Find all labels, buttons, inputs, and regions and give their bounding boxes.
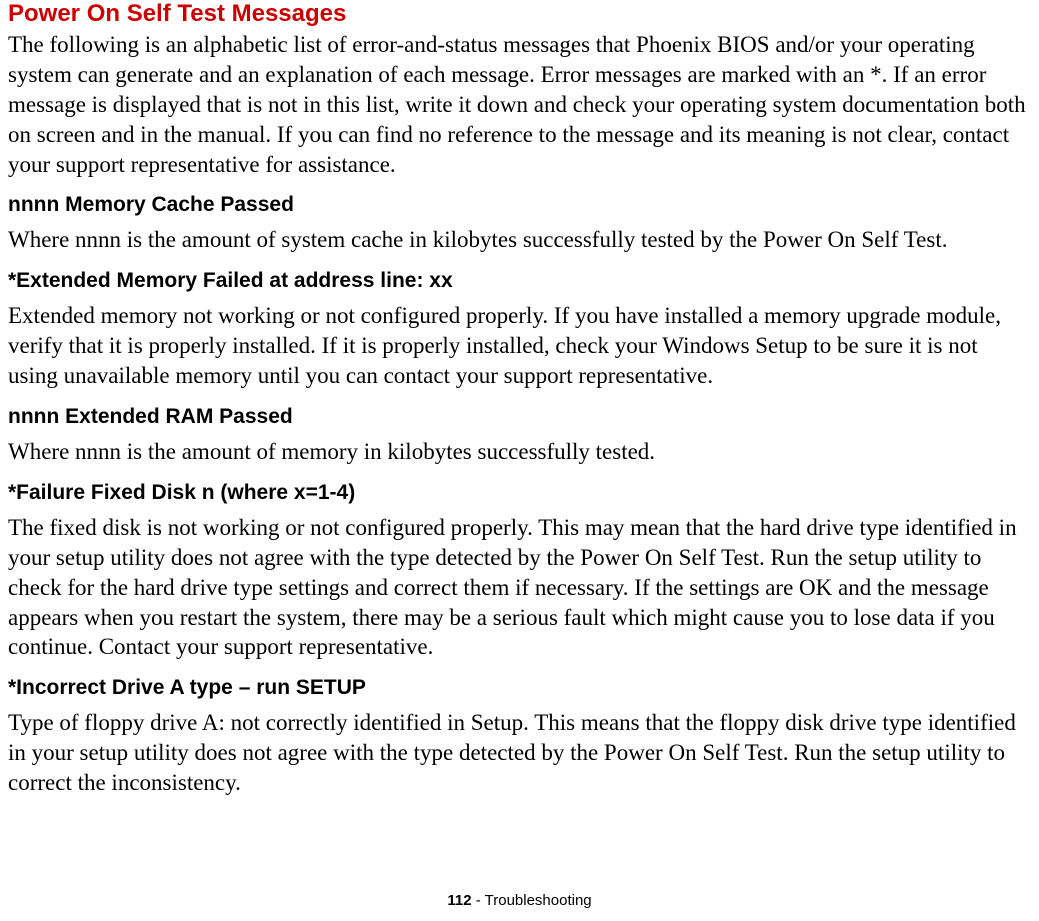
- section-body: Where nnnn is the amount of memory in ki…: [8, 437, 1031, 467]
- section-heading: *Extended Memory Failed at address line:…: [8, 269, 1031, 293]
- intro-paragraph: The following is an alphabetic list of e…: [8, 30, 1031, 179]
- section-heading: *Incorrect Drive A type – run SETUP: [8, 676, 1031, 700]
- page-title: Power On Self Test Messages: [8, 0, 1031, 28]
- section-heading: *Failure Fixed Disk n (where x=1-4): [8, 481, 1031, 505]
- footer-page-number: 112: [447, 892, 471, 909]
- footer-section-name: Troubleshooting: [485, 892, 592, 909]
- section-body: The fixed disk is not working or not con…: [8, 513, 1031, 662]
- footer-separator: -: [472, 892, 485, 909]
- section-body: Type of floppy drive A: not correctly id…: [8, 708, 1031, 798]
- section-body: Where nnnn is the amount of system cache…: [8, 225, 1031, 255]
- section-heading: nnnn Extended RAM Passed: [8, 405, 1031, 429]
- page-footer: 112 - Troubleshooting: [0, 892, 1039, 909]
- section-body: Extended memory not working or not confi…: [8, 301, 1031, 391]
- section-heading: nnnn Memory Cache Passed: [8, 193, 1031, 217]
